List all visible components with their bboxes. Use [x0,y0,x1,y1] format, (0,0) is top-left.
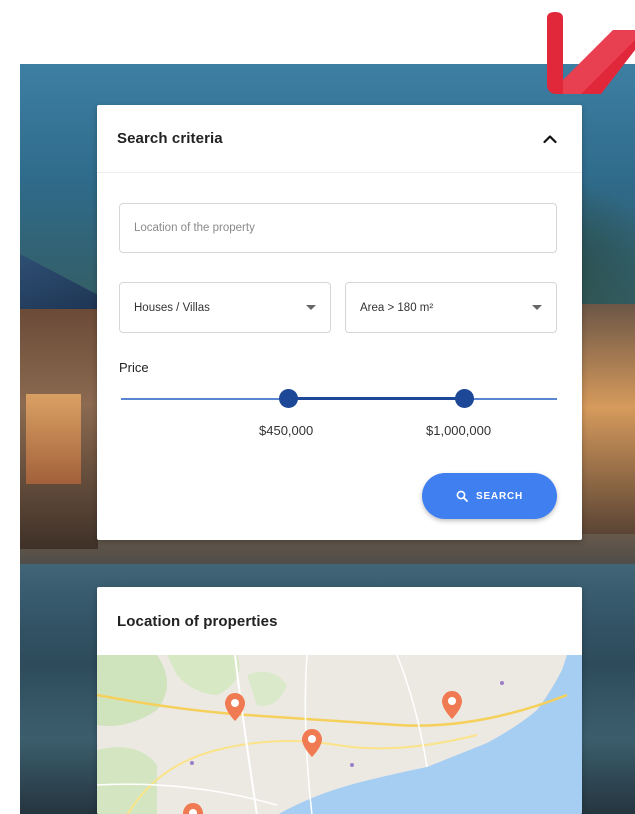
search-icon [456,490,468,502]
price-min-value: $450,000 [259,423,314,438]
search-button-label: SEARCH [475,490,524,502]
map-card-title: Location of properties [117,612,278,630]
area-value: Area > 180 m² [360,301,434,314]
dropdown-arrow-icon [532,305,542,310]
roof-shape [20,254,100,314]
slider-selected-range [289,397,465,400]
price-range-slider[interactable] [121,389,557,408]
properties-map[interactable] [97,655,582,814]
dropdown-arrow-icon [306,305,316,310]
search-card-header: Search criteria [97,105,582,173]
chevron-up-icon[interactable] [540,129,560,149]
property-type-value: Houses / Villas [134,301,210,314]
window-light [26,394,81,484]
area-select[interactable]: Area > 180 m² [345,282,557,333]
price-min-thumb[interactable] [279,389,298,408]
map-canvas[interactable] [97,655,582,814]
search-criteria-card: Search criteria Houses / Villas Area > 1… [97,105,582,540]
location-input[interactable] [134,204,556,252]
house-right [575,304,635,534]
price-max-thumb[interactable] [455,389,474,408]
search-card-title: Search criteria [117,130,223,147]
location-field[interactable] [119,203,557,253]
search-button[interactable]: SEARCH [422,473,557,519]
price-label: Price [119,360,149,375]
map-card-header: Location of properties [97,587,582,655]
property-type-select[interactable]: Houses / Villas [119,282,331,333]
properties-map-card: Location of properties [97,587,582,814]
price-max-value: $1,000,000 [426,423,492,438]
